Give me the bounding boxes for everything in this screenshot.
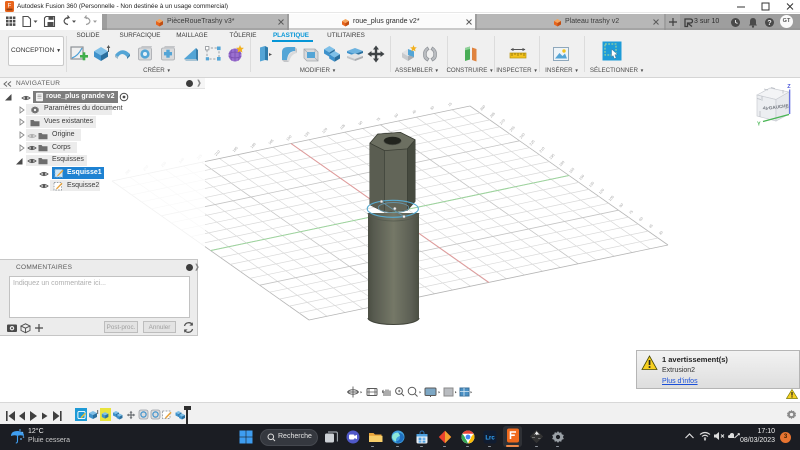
svg-text:75: 75 [376, 117, 382, 123]
svg-text:105: 105 [339, 123, 346, 130]
svg-text:210: 210 [214, 150, 221, 157]
svg-text:240: 240 [519, 132, 526, 139]
svg-text:135: 135 [588, 181, 595, 188]
svg-text:?: ? [767, 20, 771, 27]
svg-text:270: 270 [499, 118, 506, 125]
svg-text:120: 120 [321, 127, 328, 134]
svg-text:210: 210 [539, 146, 546, 153]
svg-text:45: 45 [648, 223, 654, 229]
svg-text:195: 195 [232, 146, 239, 153]
svg-text:15: 15 [447, 102, 453, 108]
svg-text:105: 105 [608, 195, 615, 202]
svg-text:90: 90 [619, 203, 625, 209]
svg-text:165: 165 [568, 167, 575, 174]
svg-text:Y: Y [757, 122, 761, 128]
svg-text:225: 225 [529, 139, 536, 146]
svg-text:180: 180 [558, 160, 565, 167]
svg-text:Z: Z [787, 84, 791, 90]
svg-text:60: 60 [394, 113, 400, 119]
svg-text:165: 165 [268, 138, 275, 145]
svg-text:300: 300 [479, 105, 486, 112]
svg-text:75: 75 [628, 210, 634, 216]
svg-text:45: 45 [412, 109, 418, 115]
svg-text:150: 150 [286, 135, 293, 142]
svg-text:195: 195 [549, 153, 556, 160]
svg-text:30: 30 [429, 105, 435, 111]
svg-text:F: F [8, 4, 12, 10]
svg-text:30: 30 [658, 230, 664, 236]
svg-text:135: 135 [303, 131, 310, 138]
svg-text:180: 180 [250, 142, 257, 149]
svg-text:150: 150 [578, 174, 585, 181]
svg-text:255: 255 [509, 125, 516, 132]
svg-text:60: 60 [638, 216, 644, 222]
svg-text:285: 285 [489, 111, 496, 118]
svg-text:120: 120 [598, 188, 605, 195]
svg-text:Lrc: Lrc [485, 436, 495, 442]
svg-text:90: 90 [358, 120, 364, 126]
